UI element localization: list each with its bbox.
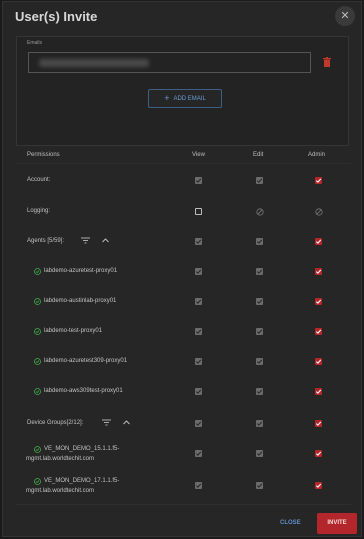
view-checkbox[interactable]	[195, 177, 202, 184]
dialog-title: User(s) Invite	[15, 9, 98, 24]
view-checkbox[interactable]	[195, 358, 202, 365]
admin-checkbox[interactable]	[315, 328, 322, 335]
redacted-email	[39, 59, 149, 67]
device-group-name: VE_MON_DEMO_17.1.1.f5- mgmt.lab.worldtec…	[26, 476, 120, 496]
check-circle-icon	[34, 268, 41, 275]
view-checkbox[interactable]	[195, 450, 202, 457]
admin-checkbox[interactable]	[315, 388, 322, 395]
filter-icon[interactable]	[102, 419, 111, 426]
edit-checkbox[interactable]	[256, 388, 263, 395]
agent-name: labdemo-austinlab-proxy01	[44, 298, 117, 304]
check-circle-icon	[34, 478, 41, 485]
edit-checkbox[interactable]	[256, 482, 263, 489]
check-circle-icon	[34, 328, 41, 335]
check-circle-icon	[34, 388, 41, 395]
edit-checkbox[interactable]	[256, 298, 263, 305]
row-label: Logging:	[27, 208, 51, 214]
check-circle-icon	[34, 298, 41, 305]
chevron-up-icon[interactable]	[101, 237, 110, 244]
add-email-label: ADD EMAIL	[173, 96, 206, 102]
agent-name: labdemo-azuretest-proxy01	[44, 268, 118, 274]
email-field[interactable]	[28, 52, 311, 73]
permissions-header-name: Permissions	[27, 152, 60, 158]
group-label: Device Groups[2/12]:	[27, 420, 84, 426]
view-checkbox[interactable]	[195, 208, 202, 215]
view-checkbox[interactable]	[195, 388, 202, 395]
admin-checkbox[interactable]	[315, 420, 322, 427]
edit-checkbox[interactable]	[256, 420, 263, 427]
edit-checkbox[interactable]	[256, 268, 263, 275]
trash-icon[interactable]	[323, 57, 331, 67]
device-group-name: VE_MON_DEMO_15.1.1.f5- mgmt.lab.worldtec…	[26, 444, 120, 464]
admin-checkbox[interactable]	[315, 268, 322, 275]
admin-checkbox[interactable]	[315, 238, 322, 245]
device-group-line2: mgmt.lab.worldtechit.com	[26, 488, 95, 494]
row-label: Account:	[27, 177, 51, 183]
close-button[interactable]: CLOSE	[280, 520, 301, 526]
view-checkbox[interactable]	[195, 238, 202, 245]
invite-button[interactable]: INVITE	[317, 513, 357, 534]
view-checkbox[interactable]	[195, 420, 202, 427]
not-allowed-icon	[256, 208, 264, 216]
admin-checkbox[interactable]	[315, 298, 322, 305]
agent-name: labdemo-aws309test-proxy01	[44, 388, 123, 394]
group-label: Agents [5/59]:	[27, 238, 65, 244]
admin-checkbox[interactable]	[315, 450, 322, 457]
view-checkbox[interactable]	[195, 328, 202, 335]
device-group-line1: VE_MON_DEMO_17.1.1.f5-	[44, 478, 120, 484]
device-group-line2: mgmt.lab.worldtechit.com	[26, 456, 95, 462]
not-allowed-icon	[315, 208, 323, 216]
close-icon[interactable]: ✕	[335, 6, 355, 26]
emails-legend: Emails	[27, 40, 43, 46]
edit-checkbox[interactable]	[256, 177, 263, 184]
divider	[15, 163, 351, 164]
edit-checkbox[interactable]	[256, 238, 263, 245]
permissions-header-view: View	[192, 152, 205, 158]
add-email-button[interactable]: + ADD EMAIL	[148, 89, 222, 108]
device-group-line1: VE_MON_DEMO_15.1.1.f5-	[44, 446, 120, 452]
emails-card: Emails + ADD EMAIL	[16, 36, 349, 146]
agent-name: labdemo-test-proxy01	[44, 328, 103, 334]
invite-dialog: User(s) Invite ✕ Emails + ADD EMAIL Permi…	[2, 1, 362, 537]
view-checkbox[interactable]	[195, 298, 202, 305]
admin-checkbox[interactable]	[315, 482, 322, 489]
edit-checkbox[interactable]	[256, 358, 263, 365]
admin-checkbox[interactable]	[315, 358, 322, 365]
edit-checkbox[interactable]	[256, 328, 263, 335]
filter-icon[interactable]	[81, 237, 90, 244]
view-checkbox[interactable]	[195, 482, 202, 489]
edit-checkbox[interactable]	[256, 450, 263, 457]
chevron-up-icon[interactable]	[122, 419, 131, 426]
check-circle-icon	[34, 446, 41, 453]
permissions-header-admin: Admin	[308, 152, 326, 158]
admin-checkbox[interactable]	[315, 177, 322, 184]
divider	[15, 504, 351, 505]
permissions-header-edit: Edit	[253, 152, 264, 158]
view-checkbox[interactable]	[195, 268, 202, 275]
check-circle-icon	[34, 358, 41, 365]
plus-icon: +	[164, 93, 170, 103]
agent-name: labdemo-azuretest309-proxy01	[44, 358, 128, 364]
